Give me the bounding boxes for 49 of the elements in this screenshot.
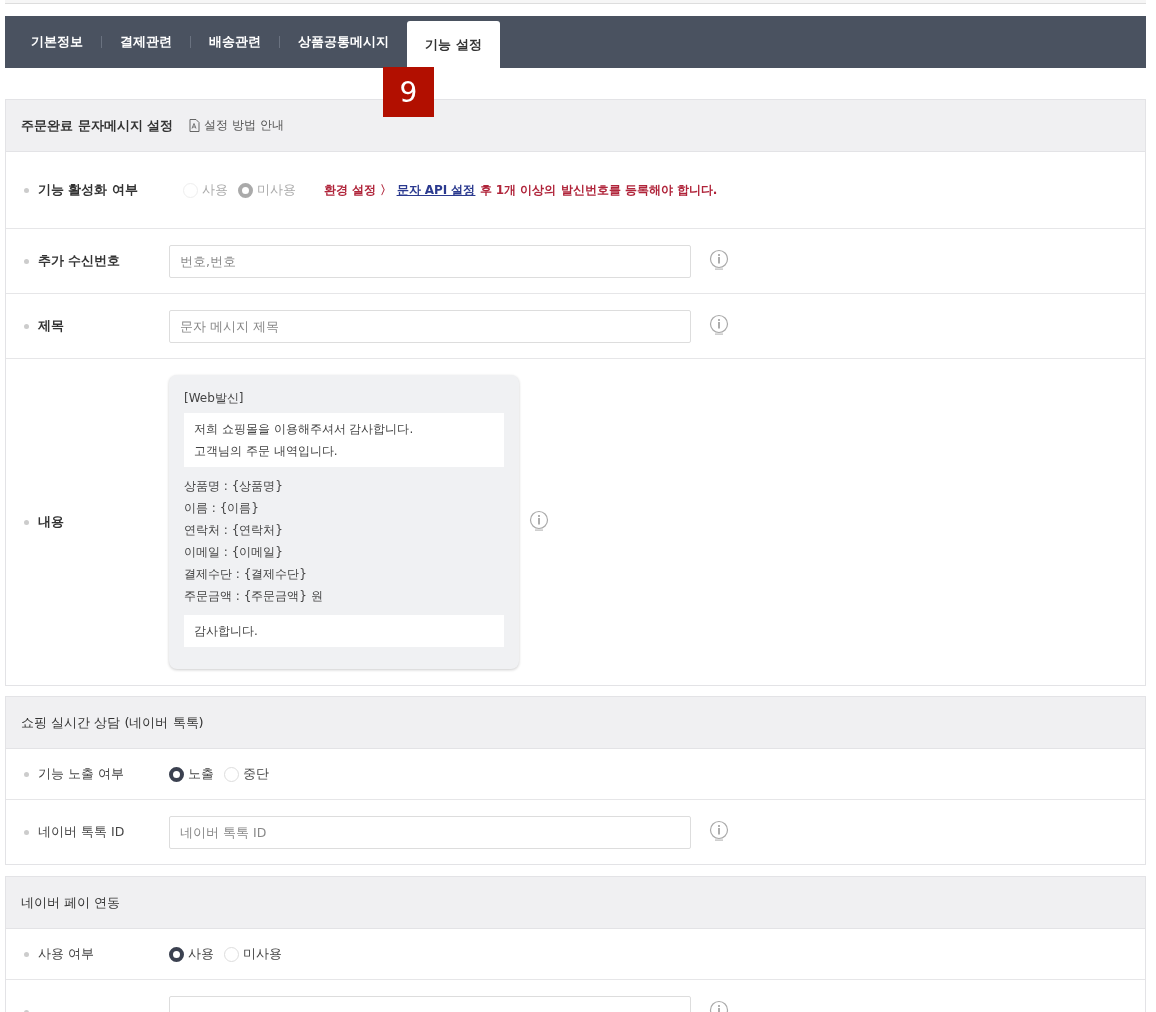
field-label: 기능 활성화 여부 [38,181,138,199]
message-header: [Web발신] [184,390,245,407]
message-line: 저희 쇼핑몰을 이용해주셔서 감사합니다. [194,421,415,438]
field-label: 추가 수신번호 [38,252,121,270]
field-label: 사용 여부 [38,945,94,963]
message-line: 감사합니다. [194,623,259,640]
bullet-icon [24,323,29,329]
message-line: 주문금액 : {주문금액} 원 [184,588,324,605]
radio-option: 미사용 [238,181,296,199]
step-badge: 9 [383,67,434,117]
guide-link[interactable]: 설정 방법 안내 [189,117,284,134]
message-line: 고객님의 주문 내역입니다. [194,443,339,460]
info-icon[interactable] [709,820,729,841]
section-title: 주문완료 문자메시지 설정 [21,116,174,135]
bullet-icon [24,829,29,835]
section-title: 네이버 페이 연동 [21,893,121,912]
text-field[interactable]: 번호,번호 [169,244,691,278]
info-icon[interactable] [709,249,729,270]
tab[interactable]: 배송관련 [191,16,279,68]
text-field[interactable]: 문자 메시지 제목 [169,309,691,343]
radio-option: 사용 [183,181,228,199]
radio-option[interactable]: 노출 [169,765,214,783]
tab[interactable]: 기본정보 [13,16,101,68]
radio-option[interactable]: 미사용 [224,945,282,963]
message-line: 상품명 : {상품명} [184,478,284,495]
bullet-icon [24,771,29,777]
tab[interactable]: 기능 설정 [407,21,500,68]
radio-option[interactable]: 사용 [169,945,214,963]
section-title: 쇼핑 실시간 상담 (네이버 톡톡) [21,713,204,732]
field-label: 기능 노출 여부 [38,765,124,783]
bullet-icon [24,187,29,193]
bullet-icon [24,951,29,957]
field-label: 네이버 톡톡 ID [38,823,125,841]
tab[interactable]: 결제관련 [102,16,190,68]
document-icon [189,119,201,132]
text-field[interactable]: 네이버 톡톡 ID [169,815,691,849]
tab[interactable]: 상품공통메시지 [280,16,407,68]
radio-option[interactable]: 중단 [224,765,269,783]
bullet-icon [24,519,29,525]
info-icon[interactable] [529,510,549,531]
bullet-icon [24,258,29,264]
message-line: 결제수단 : {결제수단} [184,566,308,583]
message-line: 연락처 : {연락처} [184,522,284,539]
field-label: 내용 [38,513,64,531]
message-line: 이름 : {이름} [184,500,260,517]
notice-text: 환경 설정 〉 문자 API 설정 후 1개 이상의 발신번호를 등록해야 합니다. [324,181,718,199]
field-label: 제목 [38,317,64,335]
message-line: 이메일 : {이메일} [184,544,284,561]
info-icon[interactable] [709,314,729,335]
